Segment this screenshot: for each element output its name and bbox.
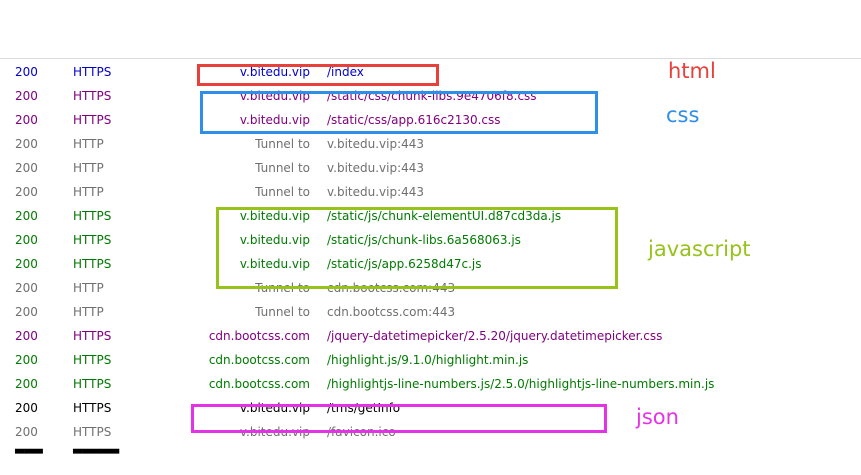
- session-row-datetimepicker-css[interactable]: 200 HTTPS cdn.bootcss.com /jquery-dateti…: [0, 324, 861, 348]
- result-cell: 200: [15, 305, 38, 319]
- result-cell: 200: [15, 329, 38, 343]
- session-row-tunnel[interactable]: 200 HTTP Tunnel to v.bitedu.vip:443: [0, 180, 861, 204]
- url-cell: v.bitedu.vip:443: [327, 137, 425, 151]
- url-cell: cdn.bootcss.com:443: [327, 305, 456, 319]
- annotation-label-javascript: javascript: [648, 237, 751, 261]
- annotation-label-html: html: [668, 59, 716, 83]
- session-row-favicon[interactable]: 200 HTTPS v.bitedu.vip /favicon.ico: [0, 420, 861, 444]
- url-cell: /index: [327, 65, 364, 79]
- host-cell: Tunnel to: [255, 281, 310, 295]
- host-cell: v.bitedu.vip: [239, 233, 310, 247]
- session-row-line-numbers-js[interactable]: 200 HTTPS cdn.bootcss.com /highlightjs-l…: [0, 372, 861, 396]
- url-cell: /favicon.ico: [327, 425, 396, 439]
- host-cell: cdn.bootcss.com: [208, 377, 310, 391]
- annotation-label-json: json: [636, 405, 679, 429]
- url-cell: /tms/getInfo: [327, 401, 401, 415]
- url-cell: /highlight.js/9.1.0/highlight.min.js: [327, 353, 529, 367]
- result-cell: 200: [15, 257, 38, 271]
- result-cell-partial: ███: [15, 449, 43, 463]
- result-cell: 200: [15, 233, 38, 247]
- result-cell: 200: [15, 401, 38, 415]
- url-cell: /static/js/chunk-elementUI.d87cd3da.js: [327, 209, 562, 223]
- host-cell: v.bitedu.vip: [239, 401, 310, 415]
- host-cell: Tunnel to: [255, 185, 310, 199]
- url-cell: v.bitedu.vip:443: [327, 185, 425, 199]
- host-cell: cdn.bootcss.com: [208, 329, 310, 343]
- host-cell: v.bitedu.vip: [239, 209, 310, 223]
- host-cell: v.bitedu.vip: [239, 113, 310, 127]
- host-cell: cdn.bootcss.com: [208, 353, 310, 367]
- url-cell: /static/css/chunk-libs.9e4706f8.css: [327, 89, 537, 103]
- url-cell: /highlightjs-line-numbers.js/2.5.0/highl…: [327, 377, 715, 391]
- result-cell: 200: [15, 353, 38, 367]
- result-cell: 200: [15, 89, 38, 103]
- session-row-css-app[interactable]: 200 HTTPS v.bitedu.vip /static/css/app.6…: [0, 108, 861, 132]
- result-cell: 200: [15, 209, 38, 223]
- host-cell: v.bitedu.vip: [239, 425, 310, 439]
- result-cell: 200: [15, 281, 38, 295]
- session-row-tunnel[interactable]: 200 HTTP Tunnel to v.bitedu.vip:443: [0, 132, 861, 156]
- result-cell: 200: [15, 161, 38, 175]
- session-row-js-elementui[interactable]: 200 HTTPS v.bitedu.vip /static/js/chunk-…: [0, 204, 861, 228]
- session-row-getinfo[interactable]: 200 HTTPS v.bitedu.vip /tms/getInfo: [0, 396, 861, 420]
- host-cell: v.bitedu.vip: [239, 257, 310, 271]
- url-cell: /static/js/app.6258d47c.js: [327, 257, 482, 271]
- host-cell: Tunnel to: [255, 161, 310, 175]
- session-row-index[interactable]: 200 HTTPS v.bitedu.vip /index: [0, 60, 861, 84]
- result-cell: 200: [15, 113, 38, 127]
- session-row-highlight-js[interactable]: 200 HTTPS cdn.bootcss.com /highlight.js/…: [0, 348, 861, 372]
- session-row-tunnel[interactable]: 200 HTTP Tunnel to cdn.bootcss.com:443: [0, 300, 861, 324]
- result-cell: 200: [15, 425, 38, 439]
- host-cell: Tunnel to: [255, 305, 310, 319]
- url-cell: cdn.bootcss.com:443: [327, 281, 456, 295]
- url-cell: /jquery-datetimepicker/2.5.20/jquery.dat…: [327, 329, 663, 343]
- result-cell: 200: [15, 137, 38, 151]
- host-cell: v.bitedu.vip: [239, 65, 310, 79]
- result-cell: 200: [15, 185, 38, 199]
- session-list[interactable]: 200 HTTPS v.bitedu.vip /index 200 HTTPS …: [0, 60, 861, 475]
- session-row-tunnel[interactable]: 200 HTTP Tunnel to cdn.bootcss.com:443: [0, 276, 861, 300]
- session-row-css-chunk[interactable]: 200 HTTPS v.bitedu.vip /static/css/chunk…: [0, 84, 861, 108]
- session-row-tunnel[interactable]: 200 HTTP Tunnel to v.bitedu.vip:443: [0, 156, 861, 180]
- host-cell: Tunnel to: [255, 137, 310, 151]
- host-cell: v.bitedu.vip: [239, 89, 310, 103]
- result-cell: 200: [15, 65, 38, 79]
- result-cell: 200: [15, 377, 38, 391]
- url-cell: v.bitedu.vip:443: [327, 161, 425, 175]
- protocol-cell-partial: █████: [73, 449, 120, 463]
- annotation-label-css: css: [666, 103, 700, 127]
- session-row-partial[interactable]: ███ █████: [0, 444, 861, 463]
- toolbar-area: [0, 0, 861, 59]
- url-cell: /static/js/chunk-libs.6a568063.js: [327, 233, 521, 247]
- url-cell: /static/css/app.616c2130.css: [327, 113, 501, 127]
